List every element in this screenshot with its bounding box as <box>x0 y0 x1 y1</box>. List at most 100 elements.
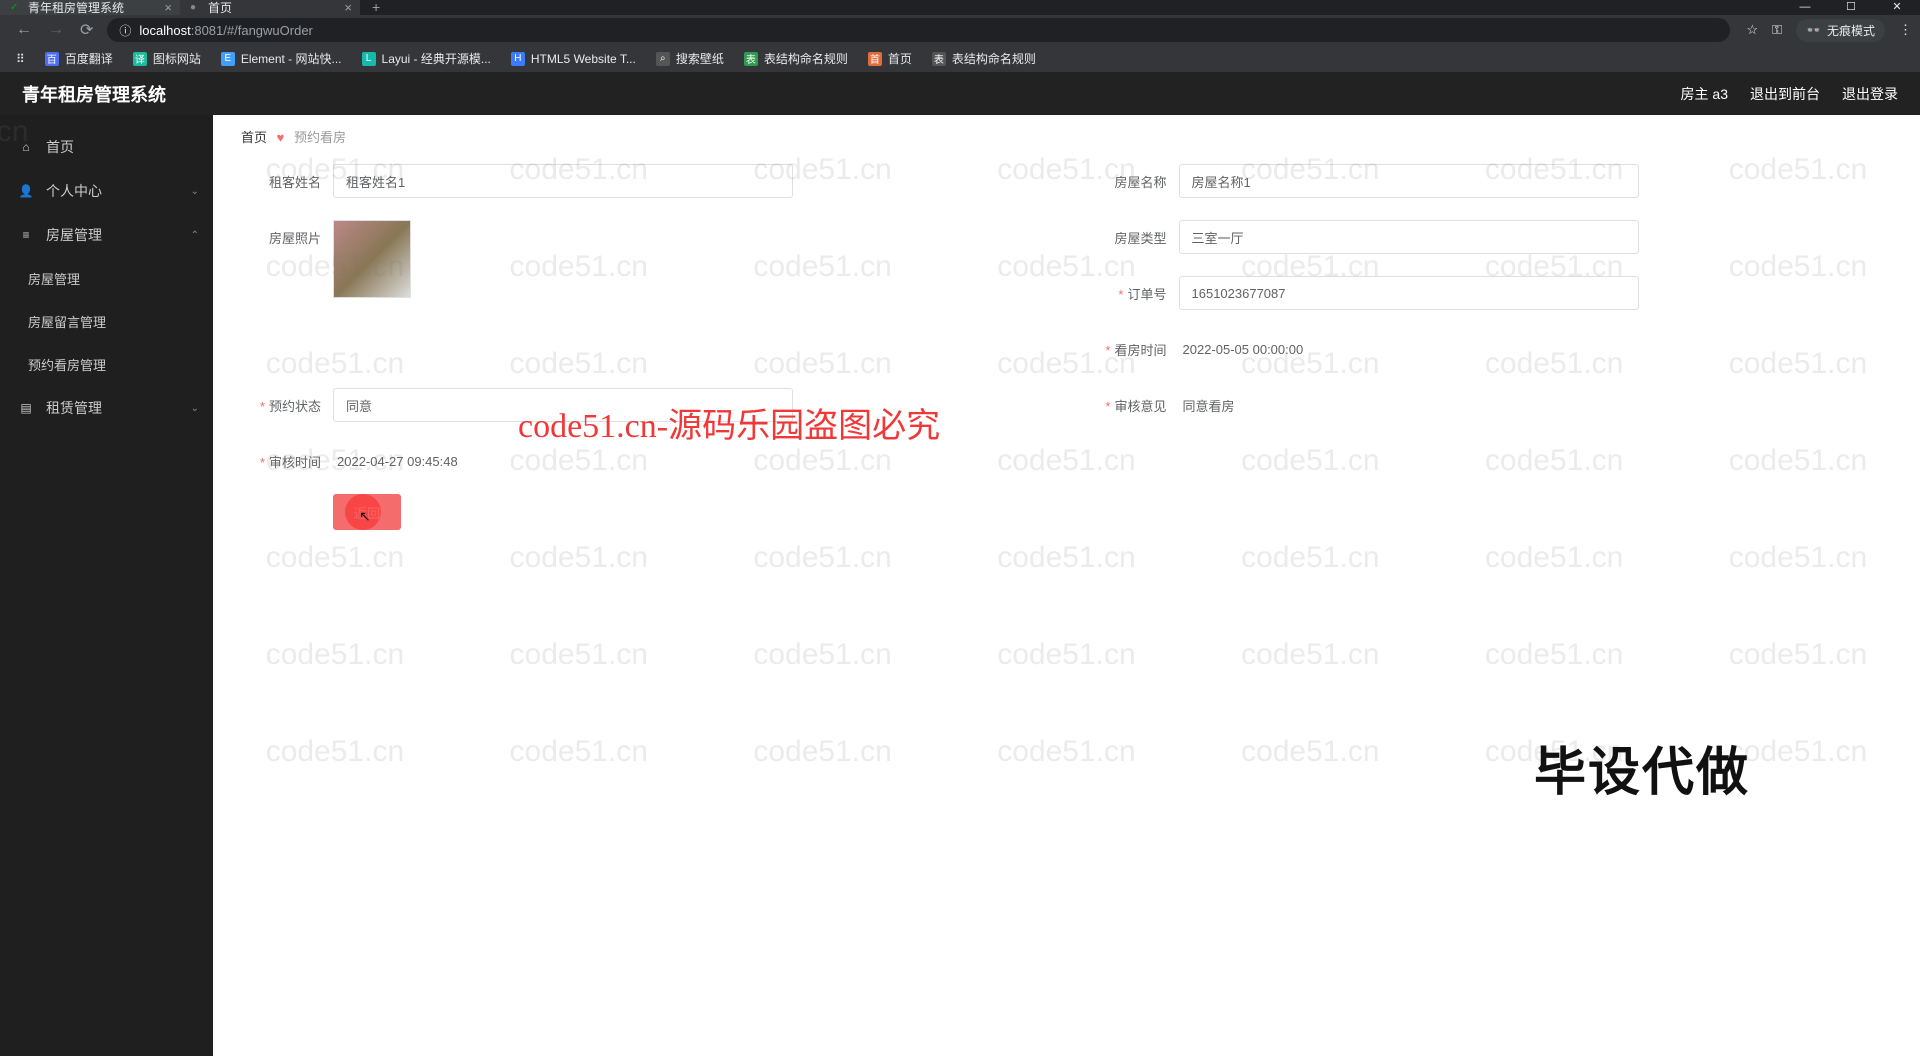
bookmark[interactable]: EElement - 网站快... <box>213 47 350 70</box>
header-owner[interactable]: 房主 a3 <box>1681 84 1728 104</box>
bookmark-icon: 表 <box>932 52 946 66</box>
bookmark-icon: 首 <box>868 52 882 66</box>
bookmark-icon: H <box>511 52 525 66</box>
bookmark-label: Layui - 经典开源模... <box>382 50 491 67</box>
maximize-button[interactable]: ☐ <box>1828 0 1874 15</box>
header-logout[interactable]: 退出登录 <box>1842 84 1898 104</box>
chevron-up-icon: ⌃ <box>191 230 199 241</box>
sidebar-item-house-mgmt[interactable]: ≡ 房屋管理 ⌃ <box>0 213 213 257</box>
bookmark-label: 图标网站 <box>153 50 201 67</box>
browser-toolbar: ← → ⟳ ⓘ localhost:8081/#/fangwuOrder ☆ ⚿… <box>0 15 1920 45</box>
chevron-down-icon: ⌄ <box>191 403 199 414</box>
close-button[interactable]: ✕ <box>1874 0 1920 15</box>
key-icon[interactable]: ⚿ <box>1772 22 1782 38</box>
sidebar-item-personal[interactable]: 👤 个人中心 ⌄ <box>0 169 213 213</box>
row-booking-status: 预约状态 同意 <box>241 388 1047 422</box>
app-header: 青年租房管理系统 房主 a3 退出到前台 退出登录 <box>0 73 1920 115</box>
breadcrumb-home[interactable]: 首页 <box>241 130 267 145</box>
apps-icon[interactable]: ⠿ <box>8 49 33 69</box>
browser-tab[interactable]: ● 首页 × <box>180 0 360 15</box>
close-icon[interactable]: × <box>164 0 172 15</box>
sidebar-subitem-house-msg[interactable]: 房屋留言管理 <box>0 300 213 343</box>
bookmark-label: 首页 <box>888 50 912 67</box>
label-house-type: 房屋类型 <box>1087 220 1167 247</box>
bookmark-icon: L <box>362 52 376 66</box>
url-port: :8081 <box>191 23 224 38</box>
input-booking-status[interactable]: 同意 <box>333 388 793 422</box>
label-audit-opinion: 审核意见 <box>1087 388 1167 415</box>
row-house-type: 房屋类型 三室一厅 <box>1087 220 1893 254</box>
back-button[interactable]: ← <box>8 21 40 39</box>
bookmark[interactable]: ⌕搜索壁纸 <box>648 47 732 70</box>
minimize-button[interactable]: — <box>1782 0 1828 15</box>
sidebar: ⌂ 首页 👤 个人中心 ⌄ ≡ 房屋管理 ⌃ 房屋管理 房屋留言管理 预约看房管… <box>0 115 213 1056</box>
main-content: 首页 ♥ 预约看房 租客姓名 租客姓名1 房屋名称 房屋名称1 房屋照片 房屋类… <box>213 115 1920 1056</box>
forward-button[interactable]: → <box>40 21 72 39</box>
bookmark[interactable]: 首首页 <box>860 47 920 70</box>
corner-watermark: 毕设代做 <box>1534 730 1750 805</box>
row-audit-time: 审核时间 2022-04-27 09:45:48 <box>241 444 1892 478</box>
sidebar-item-label: 租赁管理 <box>46 398 102 418</box>
row-order-no: 订单号 1651023677087 <box>1087 276 1893 310</box>
browser-tab-strip: ✓ 青年租房管理系统 × ● 首页 × + — ☐ ✕ <box>0 0 1920 15</box>
header-to-front[interactable]: 退出到前台 <box>1750 84 1820 104</box>
url-path: /#/fangwuOrder <box>223 23 313 38</box>
tab-title: 青年租房管理系统 <box>28 0 124 16</box>
button-row: 返回 ↖ <box>213 478 1920 546</box>
label-audit-time: 审核时间 <box>241 444 321 471</box>
breadcrumb: 首页 ♥ 预约看房 <box>213 115 1920 164</box>
watermark-row: code51.cncode51.cncode51.cncode51.cncode… <box>213 735 1920 769</box>
sidebar-subitem-booking[interactable]: 预约看房管理 <box>0 343 213 386</box>
bookmark[interactable]: 译图标网站 <box>125 47 209 70</box>
bookmark-label: 表结构命名规则 <box>764 50 848 67</box>
address-bar[interactable]: ⓘ localhost:8081/#/fangwuOrder <box>107 18 1730 42</box>
label-tenant-name: 租客姓名 <box>241 164 321 191</box>
label-house-photo: 房屋照片 <box>241 220 321 247</box>
bookmark-label: Element - 网站快... <box>241 50 342 67</box>
incognito-badge: 👓 无痕模式 <box>1796 19 1885 42</box>
sidebar-item-lease-mgmt[interactable]: ▤ 租赁管理 ⌄ <box>0 386 213 430</box>
sidebar-item-label: 房屋管理 <box>46 225 102 245</box>
close-icon[interactable]: × <box>344 0 352 15</box>
watermark-row: code51.cncode51.cncode51.cncode51.cncode… <box>213 638 1920 672</box>
heart-icon: ♥ <box>277 130 285 145</box>
info-icon: ⓘ <box>119 22 131 39</box>
reload-button[interactable]: ⟳ <box>72 20 101 40</box>
sidebar-subitem-house-mgmt[interactable]: 房屋管理 <box>0 257 213 300</box>
list-icon: ≡ <box>18 228 34 242</box>
bookmark[interactable]: HHTML5 Website T... <box>503 49 644 69</box>
sidebar-item-label: 个人中心 <box>46 181 102 201</box>
bookmark[interactable]: 百百度翻译 <box>37 47 121 70</box>
tab-favicon: ● <box>190 2 202 14</box>
cursor-icon: ↖ <box>359 508 371 525</box>
menu-icon[interactable]: ⋮ <box>1899 22 1912 38</box>
house-photo-thumb[interactable] <box>333 220 411 298</box>
bookmarks-bar: ⠿ 百百度翻译 译图标网站 EElement - 网站快... L Layui -… <box>0 45 1920 73</box>
text-view-time: 2022-05-05 00:00:00 <box>1179 332 1893 366</box>
bookmark[interactable]: 表表结构命名规则 <box>924 47 1044 70</box>
row-audit-opinion: 审核意见 同意看房 <box>1087 388 1893 422</box>
chevron-down-icon: ⌄ <box>191 186 199 197</box>
incognito-label: 无痕模式 <box>1827 22 1875 39</box>
bookmark[interactable]: L Layui - 经典开源模... <box>354 47 499 70</box>
star-icon[interactable]: ☆ <box>1746 22 1758 38</box>
bookmark-label: 搜索壁纸 <box>676 50 724 67</box>
window-controls: — ☐ ✕ <box>1782 0 1920 15</box>
input-order-no[interactable]: 1651023677087 <box>1179 276 1639 310</box>
home-icon: ⌂ <box>18 140 34 154</box>
back-button[interactable]: 返回 ↖ <box>333 494 401 530</box>
input-house-type[interactable]: 三室一厅 <box>1179 220 1639 254</box>
bookmark-label: 百度翻译 <box>65 50 113 67</box>
browser-tab-active[interactable]: ✓ 青年租房管理系统 × <box>0 0 180 15</box>
input-house-name[interactable]: 房屋名称1 <box>1179 164 1639 198</box>
user-icon: 👤 <box>18 184 34 198</box>
new-tab-button[interactable]: + <box>360 0 392 15</box>
input-tenant-name[interactable]: 租客姓名1 <box>333 164 793 198</box>
stack-icon: ▤ <box>18 401 34 415</box>
tab-favicon: ✓ <box>10 2 22 14</box>
bookmark-label: 表结构命名规则 <box>952 50 1036 67</box>
sidebar-item-home[interactable]: ⌂ 首页 <box>0 125 213 169</box>
row-tenant-name: 租客姓名 租客姓名1 <box>241 164 1047 198</box>
row-house-name: 房屋名称 房屋名称1 <box>1087 164 1893 198</box>
bookmark[interactable]: 表表结构命名规则 <box>736 47 856 70</box>
